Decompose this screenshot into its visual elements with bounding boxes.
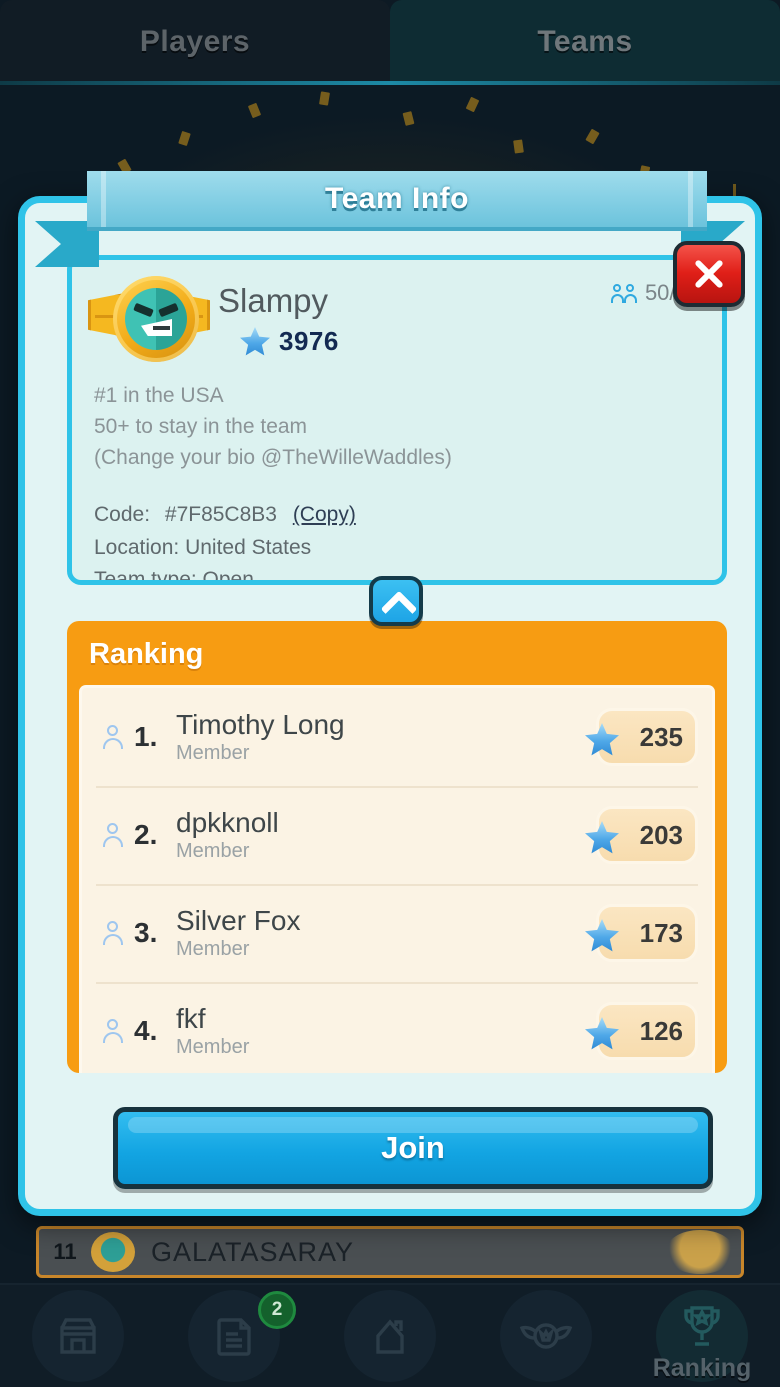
background-row-rank: 11 [53, 1239, 77, 1264]
team-location-row: Location: United States [94, 535, 312, 559]
copy-code-link[interactable]: (Copy) [293, 503, 356, 526]
chevron-up-icon [384, 589, 408, 613]
emblem-brow-right [158, 302, 179, 318]
team-icon [519, 1323, 573, 1349]
background-row-name: GALATASARAY [151, 1236, 355, 1267]
star-icon [240, 327, 270, 356]
rank-number: 4. [134, 1015, 158, 1046]
table-row[interactable]: 3. Silver Fox Member 173 [82, 884, 712, 982]
confetti [585, 128, 600, 145]
score-badge: 203 [585, 806, 698, 864]
modal-banner: Team Info [87, 171, 707, 231]
join-button[interactable]: Join [113, 1107, 713, 1189]
user-icon [102, 822, 126, 849]
background-row-emblem-icon [91, 1232, 135, 1272]
member-role: Member [176, 840, 250, 863]
ranking-list[interactable]: 1. Timothy Long Member 235 2. dpkknoll M… [79, 685, 715, 1073]
news-badge: 2 [258, 1291, 296, 1329]
collapse-button[interactable] [369, 576, 423, 626]
background-row-trophy-icon [665, 1230, 735, 1274]
confetti [247, 102, 262, 119]
top-tab-bar: Players Teams [0, 0, 780, 84]
team-info-modal: Team Info Slampy 3976 #1 in the USA 50+ … [18, 171, 762, 1216]
bottom-navigation-bar: 2 Ranking [0, 1283, 780, 1387]
emblem-face [125, 288, 187, 350]
team-code-value: #7F85C8B3 [164, 503, 277, 527]
tab-underline [0, 81, 780, 85]
user-icon [102, 920, 126, 947]
member-name: Silver Fox [176, 904, 301, 936]
team-code-label: Code: [94, 503, 151, 527]
home-icon [376, 1319, 404, 1354]
news-icon [217, 1318, 251, 1356]
banner-seam-left [101, 171, 106, 227]
ranking-title: Ranking [89, 638, 204, 670]
nav-oval [344, 1290, 436, 1382]
team-bio-line: 50+ to stay in the team [94, 415, 308, 439]
confetti [178, 130, 191, 147]
ranking-panel: Ranking 1. Timothy Long Member 235 2. dp… [67, 621, 727, 1073]
confetti [402, 111, 415, 126]
nav-oval [500, 1290, 592, 1382]
confetti [465, 96, 480, 113]
table-row[interactable]: 4. fkf Member 126 [82, 982, 712, 1073]
user-icon [102, 1018, 126, 1045]
member-score: 235 [639, 721, 683, 752]
member-score: 173 [639, 917, 683, 948]
join-button-label: Join [381, 1130, 445, 1165]
team-info-card: Slampy 3976 50/50 #1 in the USA 50+ to s… [67, 255, 727, 585]
member-role: Member [176, 1036, 250, 1059]
background-team-row[interactable]: 11 GALATASARAY [36, 1226, 744, 1278]
score-badge: 173 [585, 904, 698, 962]
tab-players-label: Players [139, 25, 251, 58]
team-code-row: Code: #7F85C8B3 (Copy) [94, 499, 700, 532]
team-bio-line: (Change your bio @TheWilleWaddles) [94, 446, 452, 470]
close-button[interactable] [673, 241, 745, 307]
nav-item-shop[interactable] [0, 1285, 156, 1387]
emblem-ring [113, 276, 199, 362]
nav-item-ranking[interactable]: Ranking [624, 1285, 780, 1387]
rank-number: 2. [134, 819, 158, 850]
nav-item-news[interactable]: 2 [156, 1285, 312, 1387]
tab-teams-label: Teams [537, 25, 633, 58]
close-icon [691, 256, 727, 292]
tab-teams[interactable]: Teams [390, 0, 780, 84]
member-name: fkf [176, 1002, 206, 1034]
members-icon [610, 282, 637, 304]
member-score: 126 [639, 1015, 683, 1046]
team-bio-line: #1 in the USA [94, 384, 224, 407]
member-score: 203 [639, 819, 683, 850]
confetti [319, 91, 330, 106]
emblem-beak [141, 319, 172, 336]
table-row[interactable]: 2. dpkknoll Member 203 [82, 786, 712, 884]
nav-ranking-label: Ranking [652, 1354, 752, 1382]
tab-players[interactable]: Players [0, 0, 390, 84]
team-details: Code: #7F85C8B3 (Copy) Location: United … [72, 473, 722, 580]
table-row[interactable]: 1. Timothy Long Member 235 [82, 688, 712, 786]
team-header: Slampy 3976 50/50 [72, 260, 722, 366]
member-name: Timothy Long [176, 708, 345, 740]
nav-oval [32, 1290, 124, 1382]
team-score-row: 3976 [218, 326, 704, 357]
team-bio: #1 in the USA 50+ to stay in the team (C… [72, 366, 722, 473]
rank-number: 1. [134, 721, 158, 752]
trophy-icon [684, 1306, 720, 1346]
banner-seam-right [688, 171, 693, 227]
shop-icon [60, 1318, 96, 1354]
nav-item-home[interactable] [312, 1285, 468, 1387]
confetti [513, 139, 524, 154]
user-icon [102, 724, 126, 751]
score-badge: 235 [585, 708, 698, 766]
member-name: dpkknoll [176, 806, 279, 838]
nav-item-team[interactable] [468, 1285, 624, 1387]
page-title: Team Info [325, 182, 469, 215]
rank-number: 3. [134, 917, 158, 948]
team-score: 3976 [279, 326, 339, 356]
team-emblem-icon [88, 274, 210, 366]
score-badge: 126 [585, 1002, 698, 1060]
emblem-brow-left [133, 302, 154, 318]
member-role: Member [176, 742, 250, 765]
member-role: Member [176, 938, 250, 961]
